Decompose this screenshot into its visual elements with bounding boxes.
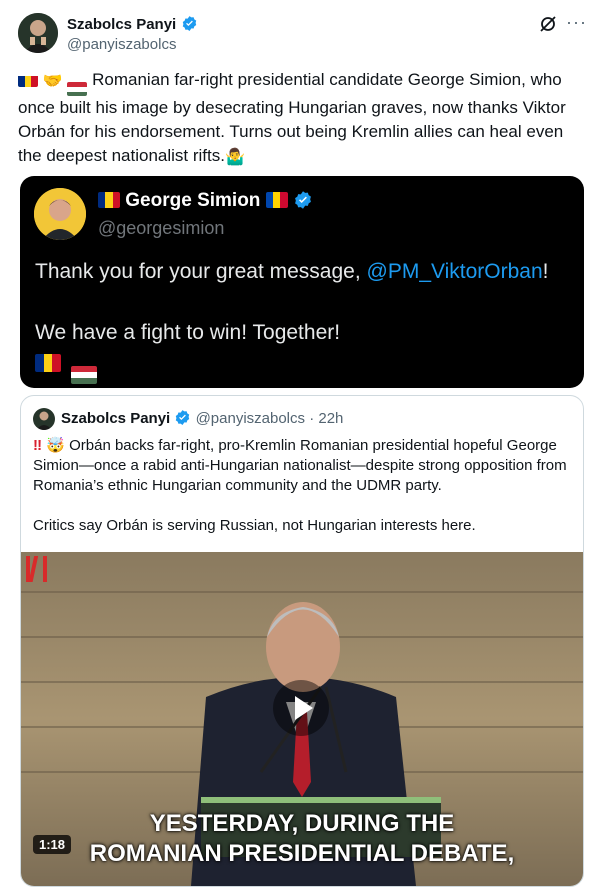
author-avatar[interactable] bbox=[18, 13, 58, 53]
quoted-paragraph1: ‼ 🤯 Orbán backs far-right, pro-Kremlin R… bbox=[33, 436, 573, 496]
exploding-head-icon: 🤯 bbox=[46, 437, 65, 454]
flag-moldova-icon bbox=[265, 192, 288, 208]
quoted-tweet[interactable]: Szabolcs Panyi @panyiszabolcs · 22h ‼ 🤯 … bbox=[20, 395, 584, 887]
author-name-text[interactable]: Szabolcs Panyi bbox=[67, 16, 176, 33]
tweet-body: Romanian far-right presidential candidat… bbox=[18, 70, 566, 166]
flag-romania-icon bbox=[35, 354, 61, 372]
author-name[interactable]: Szabolcs Panyi bbox=[67, 15, 198, 34]
play-button[interactable] bbox=[273, 680, 329, 736]
handshake-icon: 🤝 bbox=[42, 73, 63, 90]
video-duration: 1:18 bbox=[33, 835, 72, 854]
quoted-handle: @panyiszabolcs bbox=[195, 410, 306, 427]
line1-end: ! bbox=[542, 260, 549, 283]
flag-hungary-icon bbox=[67, 82, 88, 97]
flag-romania-icon bbox=[18, 73, 38, 87]
screenshot-line1: Thank you for your great message, @PM_Vi… bbox=[35, 260, 549, 284]
tweet-text: 🤝 Romanian far-right presidential candid… bbox=[18, 68, 583, 170]
screenshot-flags bbox=[35, 354, 98, 384]
quoted-paragraph2: Critics say Orbán is serving Russian, no… bbox=[33, 517, 476, 534]
author-handle[interactable]: @panyiszabolcs bbox=[67, 36, 176, 53]
screenshot-name-text: George Simion bbox=[125, 190, 261, 211]
verified-badge-icon bbox=[295, 191, 311, 209]
flag-romania-icon bbox=[98, 192, 120, 208]
quoted-avatar bbox=[33, 408, 55, 430]
verified-badge-icon bbox=[182, 16, 196, 31]
double-exclamation-icon: ‼ bbox=[33, 437, 43, 454]
screenshot-name: George Simion bbox=[98, 190, 313, 212]
screenshot-line2: We have a fight to win! Together! bbox=[35, 321, 341, 344]
video-caption-line2: ROMANIAN PRESIDENTIAL DEBATE, bbox=[89, 840, 515, 867]
line1-text: Thank you for your great message, bbox=[35, 260, 367, 283]
quoted-name: Szabolcs Panyi bbox=[61, 410, 171, 427]
quoted-time: · 22h bbox=[309, 410, 344, 427]
quoted-header: Szabolcs Panyi @panyiszabolcs · 22h bbox=[61, 409, 343, 427]
person-shrugging-icon: 🤷‍♂️ bbox=[224, 149, 245, 167]
flag-hungary-icon bbox=[71, 366, 98, 384]
video-caption-line1: YESTERDAY, DURING THE bbox=[149, 810, 455, 837]
grok-icon[interactable] bbox=[538, 14, 558, 34]
embedded-screenshot[interactable]: George Simion @georgesimion Thank you fo… bbox=[20, 176, 584, 388]
more-options-icon[interactable]: ··· bbox=[566, 12, 587, 33]
quoted-paragraph1-text: Orbán backs far-right, pro-Kremlin Roman… bbox=[33, 437, 567, 494]
play-icon bbox=[295, 696, 313, 720]
screenshot-avatar bbox=[34, 188, 86, 240]
mention-link: @PM_ViktorOrban bbox=[366, 260, 543, 283]
screenshot-handle: @georgesimion bbox=[98, 218, 225, 238]
verified-badge-icon bbox=[176, 410, 190, 425]
video-player[interactable]: YESTERDAY, DURING THE ROMANIAN PRESIDENT… bbox=[21, 552, 583, 886]
